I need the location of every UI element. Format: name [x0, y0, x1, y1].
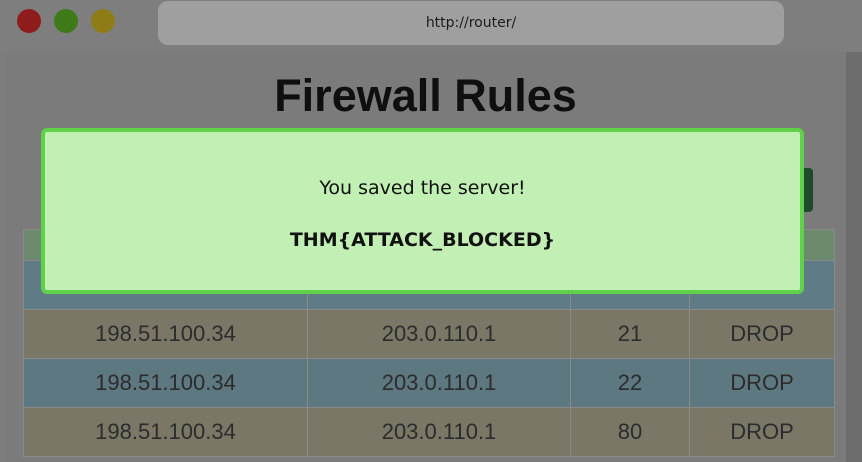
address-bar-url: http://router/: [425, 15, 517, 31]
close-window-button[interactable]: [17, 9, 41, 33]
table-row: 198.51.100.34 203.0.110.1 80 DROP: [23, 407, 835, 457]
source-ip-cell: 198.51.100.34: [23, 309, 308, 359]
address-bar[interactable]: http://router/: [158, 1, 784, 45]
port-cell: 21: [570, 309, 690, 359]
source-ip-cell: 198.51.100.34: [23, 407, 308, 457]
port-cell: 80: [570, 407, 690, 457]
success-modal: You saved the server! THM{ATTACK_BLOCKED…: [41, 128, 804, 294]
window-frame-edge: [846, 52, 862, 462]
source-ip-cell: 198.51.100.34: [23, 358, 308, 408]
table-row: 198.51.100.34 203.0.110.1 22 DROP: [23, 358, 835, 408]
destination-ip-cell: 203.0.110.1: [307, 407, 571, 457]
action-cell: DROP: [689, 358, 835, 408]
action-cell: DROP: [689, 407, 835, 457]
page-title: Firewall Rules: [274, 70, 577, 121]
port-cell: 22: [570, 358, 690, 408]
modal-flag-text: THM{ATTACK_BLOCKED}: [289, 229, 556, 251]
table-row: 198.51.100.34 203.0.110.1 21 DROP: [23, 309, 835, 359]
add-rule-button[interactable]: [804, 168, 813, 212]
minimize-window-button[interactable]: [54, 9, 78, 33]
destination-ip-cell: 203.0.110.1: [307, 358, 571, 408]
destination-ip-cell: 203.0.110.1: [307, 309, 571, 359]
maximize-window-button[interactable]: [91, 9, 115, 33]
browser-toolbar: http://router/: [0, 0, 862, 52]
action-cell: DROP: [689, 309, 835, 359]
modal-message: You saved the server!: [319, 177, 526, 199]
